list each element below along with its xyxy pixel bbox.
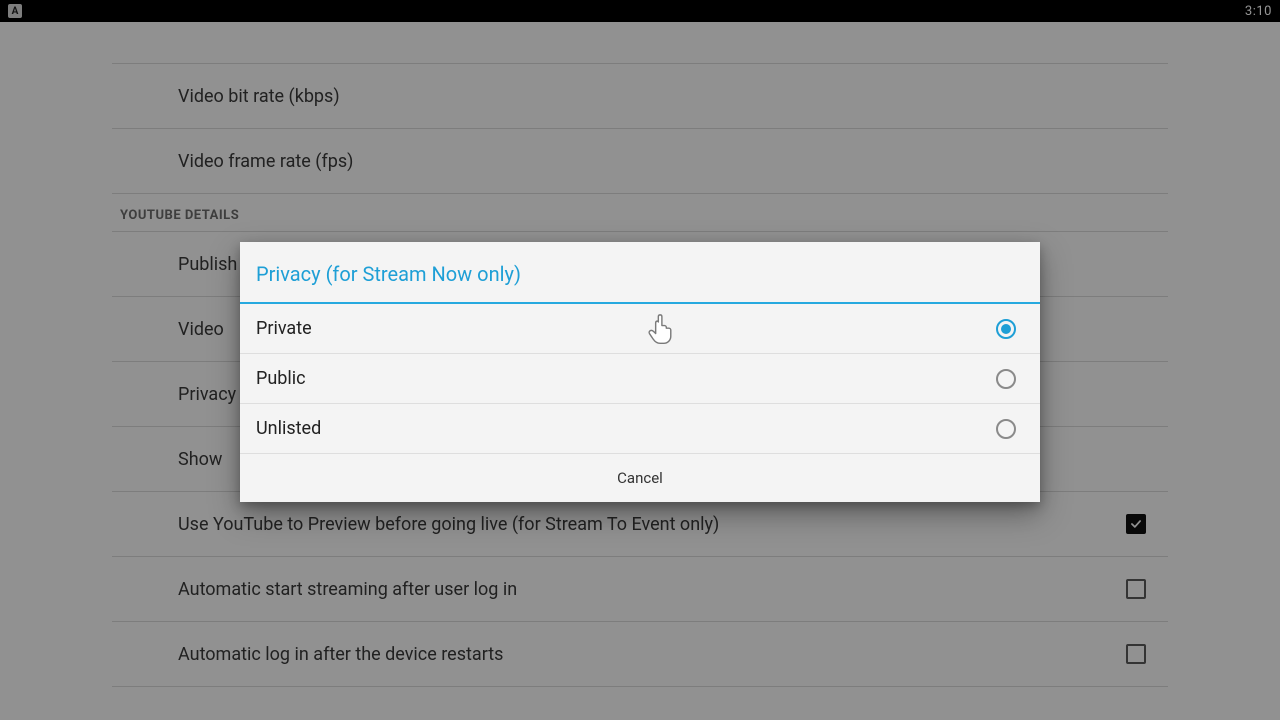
cancel-button[interactable]: Cancel	[597, 459, 683, 497]
privacy-option-private[interactable]: Private	[240, 304, 1040, 354]
radio-public[interactable]	[996, 369, 1016, 389]
dialog-actions: Cancel	[240, 454, 1040, 502]
option-label: Unlisted	[256, 418, 321, 439]
dialog-title: Privacy (for Stream Now only)	[240, 242, 1040, 304]
option-label: Private	[256, 318, 312, 339]
radio-private[interactable]	[996, 319, 1016, 339]
option-label: Public	[256, 368, 306, 389]
privacy-dialog: Privacy (for Stream Now only) Private Pu…	[240, 242, 1040, 502]
privacy-option-unlisted[interactable]: Unlisted	[240, 404, 1040, 454]
privacy-option-public[interactable]: Public	[240, 354, 1040, 404]
radio-unlisted[interactable]	[996, 419, 1016, 439]
